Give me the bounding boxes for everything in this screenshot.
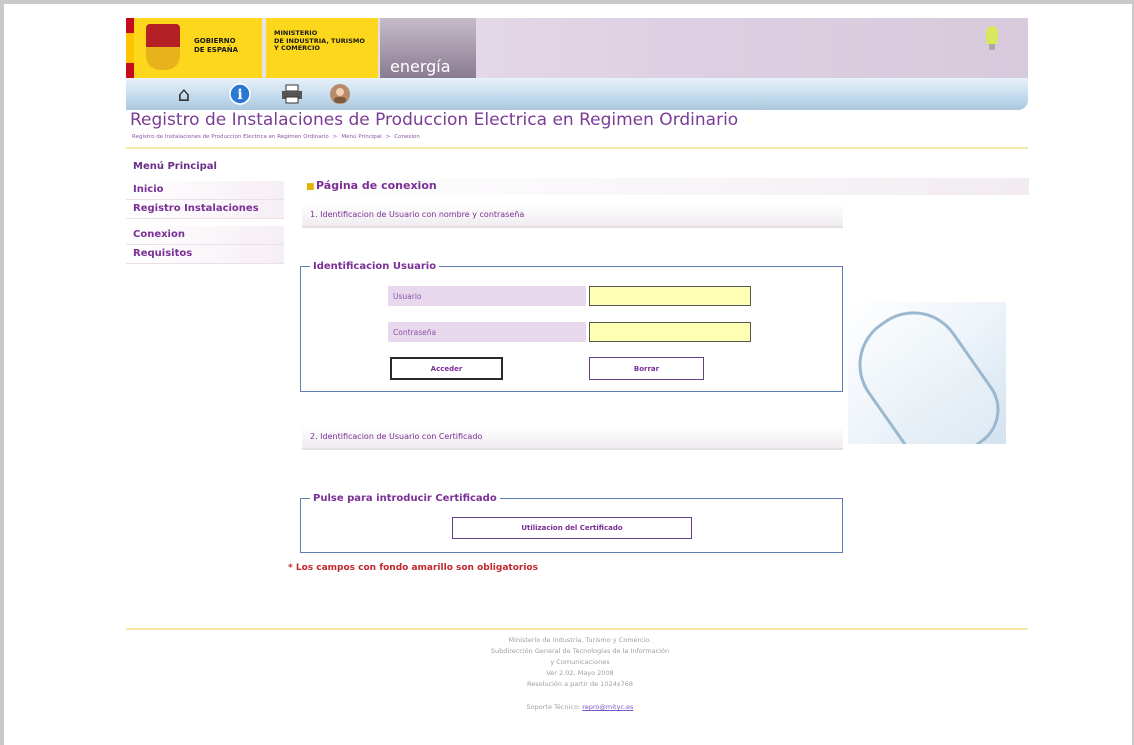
sidebar-item-label: Registro Instalaciones [133, 203, 259, 214]
user-input[interactable] [589, 286, 751, 306]
required-note: * Los campos con fondo amarillo son obli… [288, 563, 538, 573]
sidebar-heading: Menú Principal [133, 161, 217, 172]
breadcrumb-item-conexion: Conexion [394, 134, 420, 140]
user-label-text: Usuario [393, 292, 422, 301]
breadcrumb-item-registro[interactable]: Registro de Instalaciones de Produccion … [132, 134, 329, 140]
gobierno-line2: DE ESPAÑA [194, 46, 239, 54]
footer-divider [126, 628, 1028, 630]
password-input[interactable] [589, 322, 751, 342]
lightbulb-icon [986, 26, 998, 44]
footer-line: Subdirección General de Tecnologías de l… [490, 647, 670, 655]
login-button[interactable]: Acceder [390, 357, 503, 380]
sidebar-item-requisitos[interactable]: Requisitos [126, 245, 284, 264]
breadcrumb-item-menu[interactable]: Menú Principal [341, 134, 381, 140]
password-label: Contraseña [388, 322, 586, 342]
lightbulb-base [989, 44, 995, 50]
clear-button[interactable]: Borrar [589, 357, 704, 380]
print-icon[interactable] [280, 83, 304, 105]
user-label: Usuario [388, 286, 586, 306]
energia-text: energía [390, 57, 451, 76]
breadcrumb-separator: > [385, 134, 391, 140]
svg-text:i: i [237, 87, 242, 103]
main-heading-bar: ■ Página de conexion [296, 178, 1029, 195]
sidebar-item-inicio[interactable]: Inicio [126, 181, 284, 200]
gobierno-text: GOBIERNO DE ESPAÑA [194, 37, 238, 55]
support-email-link[interactable]: repro@mityc.es [582, 703, 633, 711]
gobierno-line1: GOBIERNO [194, 37, 236, 45]
footer-support: Soporte Técnico: repro@mityc.es [380, 702, 780, 713]
footer-version: Ver 2.02, Mayo 2008 [546, 669, 614, 677]
mouse-illustration [848, 302, 1006, 444]
sidebar-item-label: Inicio [133, 184, 164, 195]
bullet-icon: ■ [306, 182, 315, 192]
mouse-shape [848, 302, 1006, 444]
header-divider [126, 147, 1028, 149]
footer-line: y Comunicaciones [550, 658, 610, 666]
spain-flag-icon [126, 18, 134, 78]
breadcrumb: Registro de Instalaciones de Produccion … [130, 134, 422, 140]
sidebar-item-conexion[interactable]: Conexion [126, 226, 284, 245]
footer: Ministerio de Industria, Turismo y Comer… [380, 635, 780, 713]
info-icon[interactable]: i [228, 83, 252, 105]
ministerio-logo: MINISTERIO DE INDUSTRIA, TURISMO Y COMER… [266, 18, 378, 78]
energia-logo: energía [380, 18, 476, 78]
home-icon[interactable]: ⌂ [172, 82, 196, 106]
sidebar-item-label: Conexion [133, 229, 185, 240]
login-legend: Identificacion Usuario [313, 261, 437, 272]
sidebar-item-registro-instalaciones[interactable]: Registro Instalaciones [126, 200, 284, 219]
gobierno-logo: GOBIERNO DE ESPAÑA [126, 18, 262, 78]
icon-toolbar: ⌂ i [126, 78, 1028, 110]
support-label: Soporte Técnico: [526, 703, 581, 711]
section1-title: 1. Identificacion de Usuario con nombre … [310, 210, 525, 219]
user-photo-icon[interactable] [328, 83, 352, 105]
coat-of-arms-icon [146, 24, 180, 70]
page-title: Registro de Instalaciones de Produccion … [130, 110, 739, 130]
sidebar-item-label: Requisitos [133, 248, 193, 259]
ministerio-line3: Y COMERCIO [274, 44, 320, 52]
section2-title: 2. Identificacion de Usuario con Certifi… [310, 432, 483, 441]
section2-bar: 2. Identificacion de Usuario con Certifi… [302, 426, 843, 450]
certificate-legend: Pulse para introducir Certificado [313, 493, 497, 504]
section1-bar: 1. Identificacion de Usuario con nombre … [302, 204, 843, 228]
main-heading: Página de conexion [316, 179, 437, 192]
footer-resolution: Resolución a partir de 1024x768 [527, 680, 633, 688]
password-label-text: Contraseña [393, 328, 437, 337]
breadcrumb-separator: > [332, 134, 338, 140]
footer-line: Ministerio de Industria, Turismo y Comer… [508, 636, 652, 644]
certificate-button[interactable]: Utilizacion del Certificado [452, 517, 692, 539]
ministerio-text: MINISTERIO DE INDUSTRIA, TURISMO Y COMER… [274, 29, 365, 53]
